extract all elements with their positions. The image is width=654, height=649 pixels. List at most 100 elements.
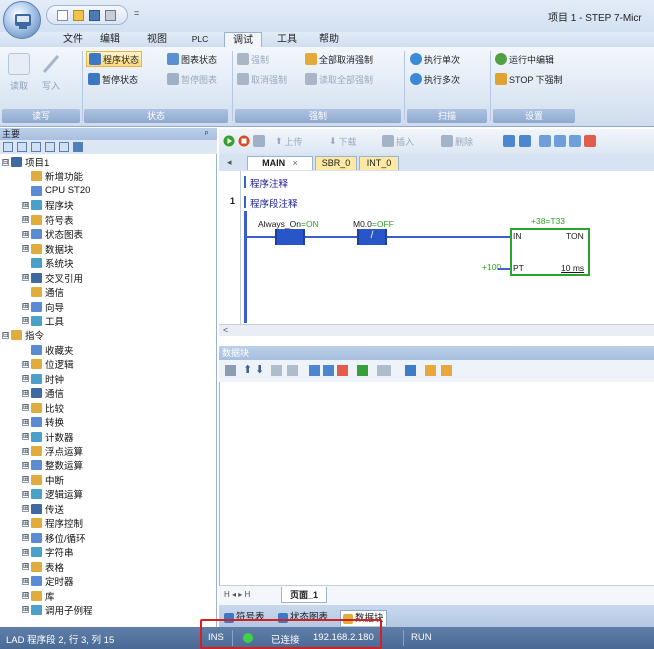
tree-item[interactable]: ⊞ 交叉引用 (22, 272, 83, 285)
coil-icon[interactable] (554, 135, 566, 147)
delete-button[interactable]: 删除 (441, 133, 473, 149)
view-icon[interactable] (59, 142, 69, 152)
expand-icon[interactable]: ⊞ (22, 303, 29, 310)
tree-item[interactable]: ⊞ 库 (22, 590, 55, 603)
tab-help[interactable]: 帮助 (312, 32, 346, 47)
move-up-icon[interactable]: ⬆ (243, 363, 252, 376)
page-nav-icons[interactable]: H ◂ ▸ H (224, 590, 250, 599)
tree-item[interactable]: ⊞ 转换 (22, 416, 64, 429)
symbol-icon[interactable] (309, 365, 320, 376)
view-icon[interactable] (17, 142, 27, 152)
tree-item[interactable]: 通信 (22, 286, 64, 299)
tree-item[interactable]: 收藏夹 (22, 344, 74, 357)
expand-icon[interactable]: ⊞ (22, 230, 29, 238)
expand-icon[interactable]: ⊞ (22, 577, 29, 585)
tab-file[interactable]: 文件 (56, 32, 90, 47)
project-view-icon[interactable] (73, 142, 83, 152)
properties-icon[interactable] (441, 365, 452, 376)
compile-icon[interactable] (225, 365, 236, 376)
expand-icon[interactable]: ⊞ (22, 389, 29, 397)
pause-chart-button[interactable]: 暂停图表 (167, 71, 217, 87)
address-icon[interactable] (323, 365, 334, 376)
move-down-icon[interactable]: ⬇ (255, 363, 264, 376)
multi-scan-button[interactable]: 执行多次 (410, 71, 460, 87)
expand-icon[interactable]: ⊞ (22, 490, 29, 498)
page-tab-1[interactable]: 页面_1 (281, 587, 328, 603)
tab-sbr0[interactable]: SBR_0 (315, 156, 357, 170)
read-all-forced-button[interactable]: 读取全部强制 (305, 71, 373, 87)
expand-icon[interactable]: ⊞ (22, 418, 29, 426)
unforce-all-button[interactable]: 全部取消强制 (305, 51, 373, 67)
tree-item[interactable]: ⊞ 逻辑运算 (22, 488, 83, 501)
tabs-prev-icon[interactable]: ◂ (227, 157, 232, 168)
delete-icon[interactable] (287, 365, 298, 376)
collapse-icon[interactable]: ⊟ (2, 158, 9, 166)
tree-item[interactable]: ⊞ 位逻辑 (22, 358, 74, 371)
expand-icon[interactable]: ⊞ (22, 548, 29, 556)
contact-m00-nc[interactable]: / (357, 229, 387, 245)
tree-item[interactable]: ⊞ 向导 (22, 301, 64, 314)
tree-item[interactable]: ⊞ 比较 (22, 402, 64, 415)
open-folder-icon[interactable] (73, 10, 84, 21)
save-icon[interactable] (89, 10, 100, 21)
contact-always-on[interactable] (275, 229, 305, 245)
read-button[interactable]: 读取 (2, 79, 36, 92)
expand-icon[interactable]: ⊞ (22, 461, 29, 469)
tree-item[interactable]: ⊞ 时钟 (22, 373, 64, 386)
expand-icon[interactable]: ⊞ (22, 274, 29, 282)
table-icon[interactable] (405, 365, 416, 376)
expand-icon[interactable]: ⊞ (22, 404, 29, 412)
collapse-icon[interactable]: ⊟ (2, 331, 9, 339)
symbol-icon[interactable] (503, 135, 515, 147)
tree-item[interactable]: ⊞ 状态图表 (22, 228, 83, 241)
expand-icon[interactable]: ⊞ (22, 360, 29, 368)
tree-item[interactable]: ⊞ 移位/循环 (22, 532, 86, 545)
application-button[interactable] (3, 1, 41, 39)
expand-icon[interactable]: ⊞ (22, 317, 29, 325)
program-status-button[interactable]: 程序状态 (86, 51, 143, 67)
expand-icon[interactable]: ⊞ (22, 476, 29, 484)
pause-status-button[interactable]: 暂停状态 (88, 71, 138, 87)
expand-icon[interactable]: ⊞ (22, 201, 29, 209)
run-icon[interactable] (223, 135, 235, 147)
expand-icon[interactable]: ⊞ (22, 592, 29, 599)
qat-customize-icon[interactable]: = (134, 8, 139, 18)
tree-item[interactable]: ⊞ 浮点运算 (22, 445, 83, 458)
data-block-editor[interactable] (219, 382, 654, 585)
tree-item[interactable]: CPU ST20 (22, 185, 90, 197)
print-icon[interactable] (105, 10, 116, 21)
tree-item[interactable]: ⊞ 调用子例程 (22, 604, 93, 617)
remove-icon[interactable] (337, 365, 348, 376)
monitor-icon[interactable] (357, 365, 368, 376)
expand-icon[interactable]: ⊞ (22, 245, 29, 253)
expand-icon[interactable]: ⊞ (22, 563, 29, 571)
stop-icon[interactable] (238, 135, 250, 147)
tree-item[interactable]: 系统块 (22, 257, 74, 270)
contact-icon[interactable] (539, 135, 551, 147)
expand-icon[interactable]: ⊞ (22, 447, 29, 455)
tab-int0[interactable]: INT_0 (359, 156, 399, 170)
tree-item[interactable]: ⊞ 计数器 (22, 431, 74, 444)
tab-tools[interactable]: 工具 (270, 32, 304, 47)
stop-force-button[interactable]: STOP 下强制 (495, 71, 563, 87)
pin-icon[interactable]: ᵖ (205, 129, 208, 138)
expand-icon[interactable]: ⊞ (22, 505, 29, 513)
tree-item[interactable]: ⊞ 表格 (22, 561, 64, 574)
tree-item[interactable]: ⊞ 程序块 (22, 199, 74, 212)
upload-button[interactable]: ⬆ 上传 (275, 133, 303, 149)
chart-status-button[interactable]: 图表状态 (167, 51, 217, 67)
tree-item[interactable]: ⊞ 定时器 (22, 575, 74, 588)
address-icon[interactable] (519, 135, 531, 147)
tree-item[interactable]: ⊟ 指令 (2, 329, 44, 342)
program-comment[interactable]: 程序注释 (250, 176, 288, 190)
link-icon[interactable] (377, 365, 391, 376)
network-comment[interactable]: 程序段注释 (250, 196, 298, 210)
editor-horizontal-scrollbar[interactable]: < (219, 324, 654, 336)
edit-icon[interactable] (425, 365, 436, 376)
insert-button[interactable]: 插入 (382, 133, 414, 149)
tab-plc[interactable]: PLC (183, 32, 217, 47)
tree-item[interactable]: ⊞ 中断 (22, 474, 64, 487)
tab-debug[interactable]: 调试 (224, 32, 262, 47)
single-scan-button[interactable]: 执行单次 (410, 51, 460, 67)
scroll-left-icon[interactable]: < (223, 325, 228, 335)
